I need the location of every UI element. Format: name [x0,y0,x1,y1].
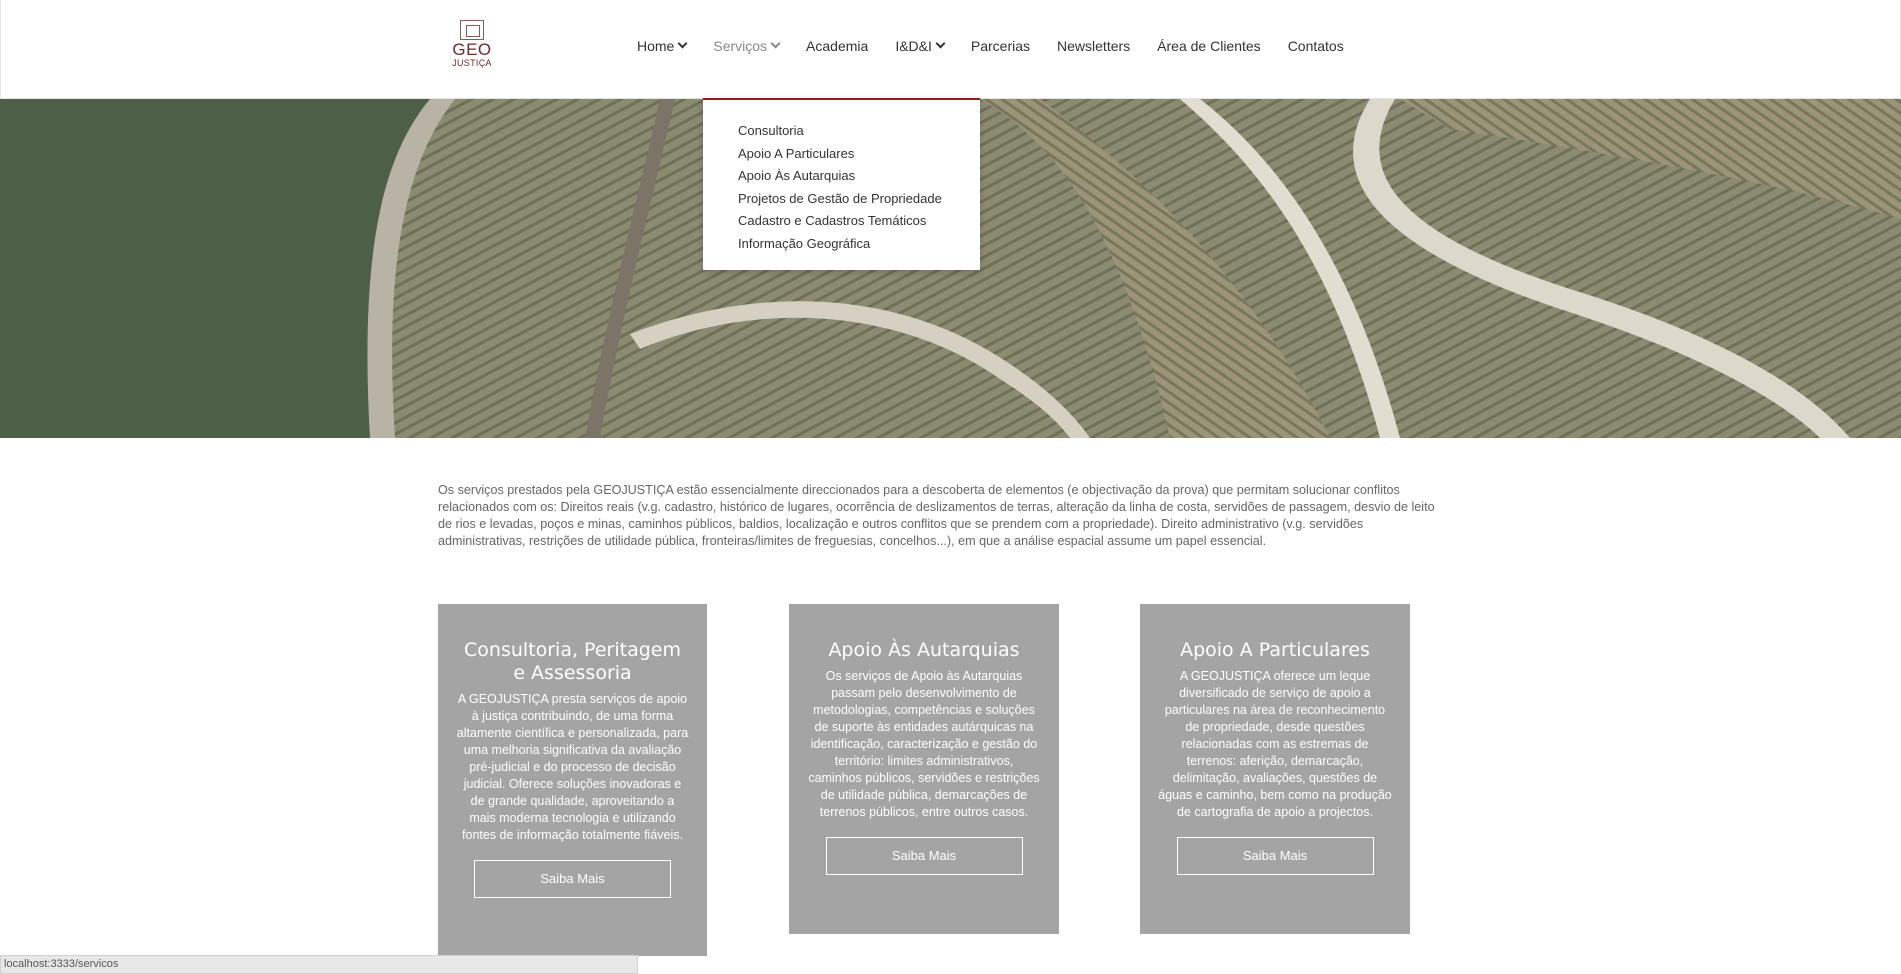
nav-label: Newsletters [1057,38,1131,54]
saiba-mais-button[interactable]: Saiba Mais [1176,837,1374,875]
card-text: A GEOJUSTIÇA presta serviços de apoio à … [456,692,689,842]
card-text: Os serviços de Apoio às Autarquias passa… [808,669,1040,819]
saiba-mais-button[interactable]: Saiba Mais [474,860,671,898]
dropdown-item-consultoria[interactable]: Consultoria [738,120,980,143]
logo-line1: GEO [452,40,492,59]
nav-label: Serviços [713,38,768,54]
nav-item-home[interactable]: Home [637,38,688,54]
dropdown-item-apoio-autarquias[interactable]: Apoio Às Autarquias [738,165,980,188]
service-card-consultoria: Consultoria, Peritagem e Assessoria A GE… [438,604,707,956]
card-title: Apoio A Particulares [1180,639,1370,661]
nav-label: Parcerias [970,38,1031,54]
logo-emblem-icon [460,20,484,40]
card-title: Apoio Às Autarquias [828,639,1020,661]
chevron-down-icon [677,38,688,49]
browser-status-bar: localhost:3333/servicos [0,955,638,974]
dropdown-item-projetos-gestao[interactable]: Projetos de Gestão de Propriedade [738,188,980,211]
nav-label: I&D&I [895,38,932,54]
nav-item-idi[interactable]: I&D&I [895,38,946,54]
saiba-mais-button[interactable]: Saiba Mais [825,837,1023,875]
chevron-down-icon [770,38,781,49]
card-text: A GEOJUSTIÇA oferece um leque diversific… [1158,669,1392,819]
service-card-autarquias: Apoio Às Autarquias Os serviços de Apoio… [789,604,1059,934]
intro-paragraph: Os serviços prestados pela GEOJUSTIÇA es… [438,483,1435,548]
nav-item-newsletters[interactable]: Newsletters [1057,38,1130,54]
nav-label: Contatos [1287,38,1344,54]
card-title: Consultoria, Peritagem e Assessoria [464,639,681,684]
service-card-particulares: Apoio A Particulares A GEOJUSTIÇA oferec… [1140,604,1410,934]
site-header: GEO JUSTIÇA Home Serviços Academia I&D&I… [0,0,1901,99]
nav-item-parcerias[interactable]: Parcerias [971,38,1030,54]
dropdown-item-cadastro[interactable]: Cadastro e Cadastros Temáticos [738,210,980,233]
nav-item-academia[interactable]: Academia [806,38,868,54]
dropdown-item-informacao-geografica[interactable]: Informação Geográfica [738,233,980,256]
main-nav: Home Serviços Academia I&D&I Parcerias N… [637,38,1371,54]
nav-item-area-clientes[interactable]: Área de Clientes [1157,38,1261,54]
nav-label: Home [637,38,675,54]
nav-label: Academia [806,38,869,54]
nav-item-servicos[interactable]: Serviços [713,38,781,54]
dropdown-item-apoio-particulares[interactable]: Apoio A Particulares [738,143,980,166]
nav-label: Área de Clientes [1157,38,1261,54]
chevron-down-icon [935,38,946,49]
nav-item-contatos[interactable]: Contatos [1288,38,1344,54]
logo-line2: JUSTIÇA [452,58,492,68]
servicos-dropdown-menu: Consultoria Apoio A Particulares Apoio À… [703,98,980,270]
site-logo[interactable]: GEO JUSTIÇA [451,20,493,76]
